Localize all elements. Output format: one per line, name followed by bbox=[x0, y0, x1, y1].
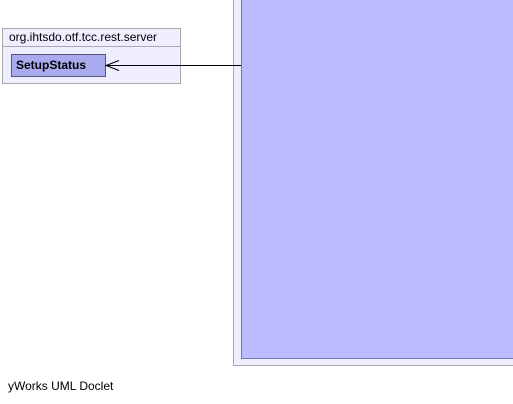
footer-credit: yWorks UML Doclet bbox=[8, 379, 114, 393]
external-package-frame bbox=[233, 0, 513, 366]
class-setupstatus[interactable]: SetupStatus bbox=[11, 54, 106, 77]
package-name-label: org.ihtsdo.otf.tcc.rest.server bbox=[3, 29, 180, 47]
external-class-box[interactable] bbox=[241, 0, 513, 359]
package-org-ihtsdo-otf-tcc-rest-server: org.ihtsdo.otf.tcc.rest.server SetupStat… bbox=[2, 28, 181, 84]
